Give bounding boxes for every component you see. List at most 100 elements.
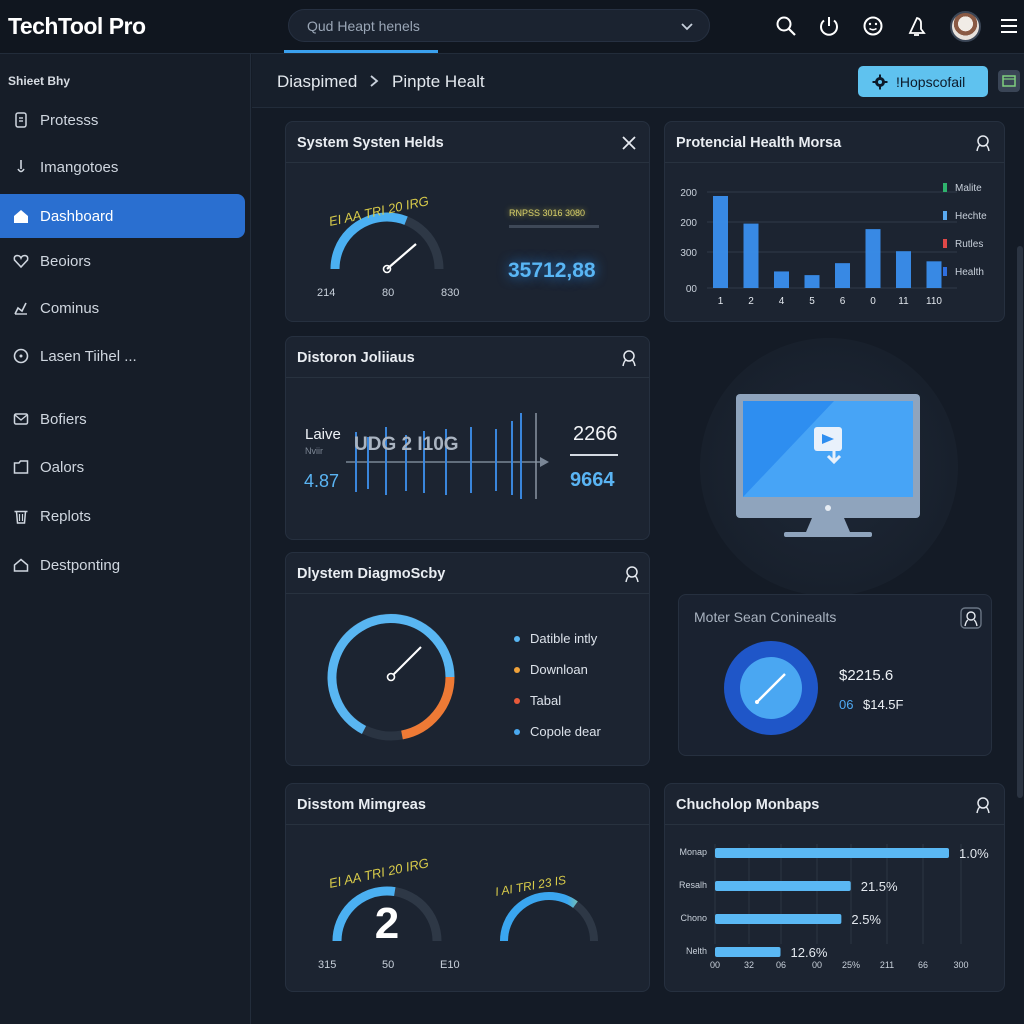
bar [715,848,949,858]
x-tick-label: 1 [718,296,724,307]
moter-scan-card: Moter Sean Coninealts $2215.6 06 $14.5F [678,594,992,756]
gauge-value: 2 [375,899,399,948]
legend-dot [514,666,520,673]
window-icon [1002,75,1016,87]
chevron-down-icon[interactable] [679,18,695,34]
legend-label: Malite [955,183,982,194]
gear-icon [14,302,27,315]
y-tick-label: 200 [680,218,697,229]
sidebar-item-oalors[interactable]: Oalors [0,445,245,489]
x-tick-label: 110 [926,296,942,307]
card-divider [665,162,1004,163]
sidebar-item-label: Imangotoes [40,158,119,176]
document-icon [15,112,27,128]
sidebar-item-replots[interactable]: Replots [0,494,245,538]
legend-swatch [943,239,947,248]
mimgreas-card: Disstom Mimgreas EI AA TRI 20 IRG 2 315 … [285,783,650,992]
distoron-right-top: 2266 [573,423,618,445]
bar [715,947,781,957]
legend-label: Copole dear [530,724,601,739]
x-tick-label: 2 [748,296,754,307]
avatar[interactable] [950,11,981,42]
diagnostics-legend: Datible intly Downloan Tabal Copole dear [514,623,601,747]
bar [715,914,842,924]
smiley-icon[interactable] [862,15,884,37]
sidebar-item-cominus[interactable]: Cominus [0,286,245,330]
legend-item: Datible intly [514,623,601,654]
gauge-mid-label: 50 [382,959,395,971]
sidebar-item-destponting[interactable]: Destponting [0,543,245,587]
legend-swatch [943,211,947,220]
sidebar-item-lasen-tiihel[interactable]: Lasen Tiihel ... [0,334,245,378]
home-icon [14,210,28,223]
legend-swatch [943,267,947,276]
search-input[interactable]: Qud Heapt henels [288,9,710,42]
value-label: 1.0% [959,846,989,861]
legend-label: Rutles [955,239,983,250]
sidebar-item-imangotoes[interactable]: Imangotoes [0,145,245,189]
system-helds-gauge: EI AA TRI 20 IRG [328,193,444,274]
gauge-scale: EI AA TRI 20 IRG [328,856,431,891]
card-title: Moter Sean Coninealts [694,609,837,625]
health-bar-chart: 200 200 300 00 1 2 4 5 6 0 11 110 Malite Hechte Rutles… [680,183,987,307]
distoron-left-small: Nviir [305,446,323,456]
bar [743,223,759,288]
power-icon[interactable] [818,15,840,37]
hopscofail-button[interactable]: !Hopscofail [858,66,988,97]
legend-label: Tabal [530,693,562,708]
sidebar: Shieet Bhy Protesss Imangotoes Dashboard… [0,54,251,1024]
user-badge-icon[interactable] [960,607,982,629]
user-icon[interactable] [623,565,641,583]
scan-value: $2215.6 [839,667,894,684]
window-toggle-button[interactable] [998,70,1020,92]
user-icon[interactable] [620,349,638,367]
gauge-max-label: 830 [441,287,460,299]
sidebar-item-label: Beoiors [40,252,91,270]
sidebar-item-dashboard[interactable]: Dashboard [0,194,245,238]
sidebar-item-protesss[interactable]: Protesss [0,98,245,142]
breadcrumb-current: Pinpte Healt [392,72,485,91]
pin-icon [17,160,25,173]
user-icon[interactable] [974,134,992,152]
card-divider [286,162,649,163]
system-helds-card: System Systen Helds EI AA TRI 20 IRG 214… [285,121,650,322]
card-title: Chucholop Monbaps [676,797,820,813]
bell-icon[interactable] [906,15,928,37]
signal-waveform: UDG 2 I10G [346,413,549,499]
sidebar-item-bofiers[interactable]: Bofiers [0,397,245,441]
sidebar-item-label: Protesss [40,111,99,129]
gauge-fill [500,892,598,942]
diagnostics-gauge [327,613,455,741]
menu-icon[interactable] [998,15,1020,37]
search-value: Qud Heapt henels [307,18,420,34]
bar [926,261,942,288]
search-icon[interactable] [775,15,797,37]
page-header: Diaspimed Pinpte Healt !Hopscofail [252,54,1024,108]
card-divider [286,377,649,378]
close-icon[interactable] [620,134,638,152]
sidebar-item-beoiors[interactable]: Beoiors [0,239,245,283]
scrollbar[interactable] [1017,246,1023,798]
x-tick-label: 211 [880,960,894,970]
gauge-needle [386,243,417,270]
legend-swatch [943,183,947,192]
chevron-right-icon [370,75,379,87]
user-icon[interactable] [974,796,992,814]
sidebar-heading: Shieet Bhy [8,74,71,88]
mail-icon [13,413,29,425]
sidebar-item-label: Dashboard [40,207,114,225]
bar [835,263,850,288]
breadcrumb-first[interactable]: Diaspimed [277,72,357,92]
gear-icon [872,74,888,89]
x-tick-label: 66 [918,960,928,970]
gauge-mid-label: 80 [382,287,395,299]
legend-dot [514,635,520,642]
mimgreas-gauge-1: EI AA TRI 20 IRG 2 [328,856,442,948]
legend-label: Datible intly [530,631,598,646]
bar [715,881,851,891]
app-logo: TechTool Pro [8,13,146,39]
y-tick-label: 200 [680,188,697,199]
x-tick-label: 11 [898,296,909,307]
system-value: 35712,88 [508,259,596,282]
value-label: 2.5% [851,912,881,927]
